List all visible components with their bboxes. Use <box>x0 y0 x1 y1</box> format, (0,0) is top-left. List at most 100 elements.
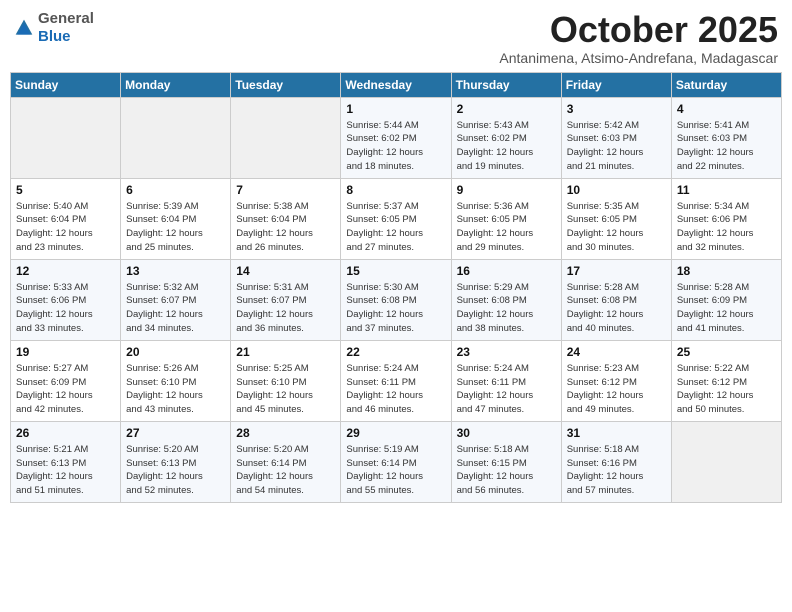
day-info: Sunrise: 5:34 AMSunset: 6:06 PMDaylight:… <box>677 200 776 255</box>
day-info: Sunrise: 5:24 AMSunset: 6:11 PMDaylight:… <box>346 362 445 417</box>
day-number: 8 <box>346 183 445 197</box>
calendar-cell: 26 Sunrise: 5:21 AMSunset: 6:13 PMDayligh… <box>11 421 121 502</box>
calendar-cell: 2 Sunrise: 5:43 AMSunset: 6:02 PMDaylight… <box>451 97 561 178</box>
calendar-cell <box>671 421 781 502</box>
day-info: Sunrise: 5:26 AMSunset: 6:10 PMDaylight:… <box>126 362 225 417</box>
calendar-cell <box>231 97 341 178</box>
day-number: 7 <box>236 183 335 197</box>
calendar-cell: 29 Sunrise: 5:19 AMSunset: 6:14 PMDayligh… <box>341 421 451 502</box>
calendar-table: SundayMondayTuesdayWednesdayThursdayFrid… <box>10 72 782 503</box>
logo-icon <box>14 18 34 38</box>
day-info: Sunrise: 5:25 AMSunset: 6:10 PMDaylight:… <box>236 362 335 417</box>
day-info: Sunrise: 5:41 AMSunset: 6:03 PMDaylight:… <box>677 119 776 174</box>
weekday-header-monday: Monday <box>121 72 231 97</box>
day-number: 16 <box>457 264 556 278</box>
calendar-cell: 25 Sunrise: 5:22 AMSunset: 6:12 PMDayligh… <box>671 340 781 421</box>
calendar-cell: 10 Sunrise: 5:35 AMSunset: 6:05 PMDayligh… <box>561 178 671 259</box>
calendar-cell: 1 Sunrise: 5:44 AMSunset: 6:02 PMDaylight… <box>341 97 451 178</box>
calendar-cell: 24 Sunrise: 5:23 AMSunset: 6:12 PMDayligh… <box>561 340 671 421</box>
day-number: 29 <box>346 426 445 440</box>
calendar-cell: 23 Sunrise: 5:24 AMSunset: 6:11 PMDayligh… <box>451 340 561 421</box>
calendar-cell: 16 Sunrise: 5:29 AMSunset: 6:08 PMDayligh… <box>451 259 561 340</box>
logo: General Blue <box>14 10 94 46</box>
calendar-week-row: 19 Sunrise: 5:27 AMSunset: 6:09 PMDayligh… <box>11 340 782 421</box>
day-info: Sunrise: 5:20 AMSunset: 6:14 PMDaylight:… <box>236 443 335 498</box>
day-number: 15 <box>346 264 445 278</box>
day-info: Sunrise: 5:23 AMSunset: 6:12 PMDaylight:… <box>567 362 666 417</box>
day-number: 12 <box>16 264 115 278</box>
calendar-cell: 5 Sunrise: 5:40 AMSunset: 6:04 PMDaylight… <box>11 178 121 259</box>
weekday-header-tuesday: Tuesday <box>231 72 341 97</box>
day-number: 23 <box>457 345 556 359</box>
day-number: 20 <box>126 345 225 359</box>
day-info: Sunrise: 5:35 AMSunset: 6:05 PMDaylight:… <box>567 200 666 255</box>
day-info: Sunrise: 5:21 AMSunset: 6:13 PMDaylight:… <box>16 443 115 498</box>
calendar-cell: 31 Sunrise: 5:18 AMSunset: 6:16 PMDayligh… <box>561 421 671 502</box>
day-number: 6 <box>126 183 225 197</box>
month-title: October 2025 <box>499 10 778 50</box>
calendar-cell <box>121 97 231 178</box>
calendar-cell: 18 Sunrise: 5:28 AMSunset: 6:09 PMDayligh… <box>671 259 781 340</box>
weekday-header-row: SundayMondayTuesdayWednesdayThursdayFrid… <box>11 72 782 97</box>
calendar-cell: 3 Sunrise: 5:42 AMSunset: 6:03 PMDaylight… <box>561 97 671 178</box>
day-number: 24 <box>567 345 666 359</box>
calendar-cell: 11 Sunrise: 5:34 AMSunset: 6:06 PMDayligh… <box>671 178 781 259</box>
day-info: Sunrise: 5:18 AMSunset: 6:16 PMDaylight:… <box>567 443 666 498</box>
day-number: 13 <box>126 264 225 278</box>
day-info: Sunrise: 5:44 AMSunset: 6:02 PMDaylight:… <box>346 119 445 174</box>
calendar-week-row: 12 Sunrise: 5:33 AMSunset: 6:06 PMDayligh… <box>11 259 782 340</box>
day-info: Sunrise: 5:42 AMSunset: 6:03 PMDaylight:… <box>567 119 666 174</box>
weekday-header-wednesday: Wednesday <box>341 72 451 97</box>
day-number: 11 <box>677 183 776 197</box>
day-number: 5 <box>16 183 115 197</box>
day-info: Sunrise: 5:18 AMSunset: 6:15 PMDaylight:… <box>457 443 556 498</box>
day-info: Sunrise: 5:32 AMSunset: 6:07 PMDaylight:… <box>126 281 225 336</box>
day-number: 9 <box>457 183 556 197</box>
calendar-cell: 6Sunrise: 5:39 AMSunset: 6:04 PMDaylight… <box>121 178 231 259</box>
day-info: Sunrise: 5:38 AMSunset: 6:04 PMDaylight:… <box>236 200 335 255</box>
location-subtitle: Antanimena, Atsimo-Andrefana, Madagascar <box>499 50 778 66</box>
calendar-cell: 4 Sunrise: 5:41 AMSunset: 6:03 PMDaylight… <box>671 97 781 178</box>
day-info: Sunrise: 5:31 AMSunset: 6:07 PMDaylight:… <box>236 281 335 336</box>
title-block: October 2025 Antanimena, Atsimo-Andrefan… <box>499 10 778 66</box>
day-info: Sunrise: 5:22 AMSunset: 6:12 PMDaylight:… <box>677 362 776 417</box>
day-number: 30 <box>457 426 556 440</box>
day-number: 25 <box>677 345 776 359</box>
calendar-cell: 15Sunrise: 5:30 AMSunset: 6:08 PMDayligh… <box>341 259 451 340</box>
calendar-cell: 20 Sunrise: 5:26 AMSunset: 6:10 PMDayligh… <box>121 340 231 421</box>
day-info: Sunrise: 5:43 AMSunset: 6:02 PMDaylight:… <box>457 119 556 174</box>
day-number: 27 <box>126 426 225 440</box>
day-info: Sunrise: 5:40 AMSunset: 6:04 PMDaylight:… <box>16 200 115 255</box>
day-number: 22 <box>346 345 445 359</box>
day-number: 14 <box>236 264 335 278</box>
day-info: Sunrise: 5:27 AMSunset: 6:09 PMDaylight:… <box>16 362 115 417</box>
day-number: 28 <box>236 426 335 440</box>
calendar-cell <box>11 97 121 178</box>
day-info: Sunrise: 5:20 AMSunset: 6:13 PMDaylight:… <box>126 443 225 498</box>
day-info: Sunrise: 5:36 AMSunset: 6:05 PMDaylight:… <box>457 200 556 255</box>
day-number: 10 <box>567 183 666 197</box>
day-number: 3 <box>567 102 666 116</box>
day-number: 2 <box>457 102 556 116</box>
day-number: 31 <box>567 426 666 440</box>
calendar-cell: 21 Sunrise: 5:25 AMSunset: 6:10 PMDayligh… <box>231 340 341 421</box>
weekday-header-sunday: Sunday <box>11 72 121 97</box>
day-number: 19 <box>16 345 115 359</box>
day-info: Sunrise: 5:24 AMSunset: 6:11 PMDaylight:… <box>457 362 556 417</box>
day-number: 18 <box>677 264 776 278</box>
day-info: Sunrise: 5:37 AMSunset: 6:05 PMDaylight:… <box>346 200 445 255</box>
day-number: 21 <box>236 345 335 359</box>
day-number: 4 <box>677 102 776 116</box>
day-info: Sunrise: 5:29 AMSunset: 6:08 PMDaylight:… <box>457 281 556 336</box>
weekday-header-saturday: Saturday <box>671 72 781 97</box>
day-info: Sunrise: 5:28 AMSunset: 6:09 PMDaylight:… <box>677 281 776 336</box>
calendar-cell: 27 Sunrise: 5:20 AMSunset: 6:13 PMDayligh… <box>121 421 231 502</box>
day-number: 26 <box>16 426 115 440</box>
calendar-cell: 14 Sunrise: 5:31 AMSunset: 6:07 PMDayligh… <box>231 259 341 340</box>
day-info: Sunrise: 5:33 AMSunset: 6:06 PMDaylight:… <box>16 281 115 336</box>
page-header: General Blue October 2025 Antanimena, At… <box>10 10 782 66</box>
day-info: Sunrise: 5:19 AMSunset: 6:14 PMDaylight:… <box>346 443 445 498</box>
calendar-cell: 22 Sunrise: 5:24 AMSunset: 6:11 PMDayligh… <box>341 340 451 421</box>
calendar-cell: 9 Sunrise: 5:36 AMSunset: 6:05 PMDaylight… <box>451 178 561 259</box>
day-number: 1 <box>346 102 445 116</box>
